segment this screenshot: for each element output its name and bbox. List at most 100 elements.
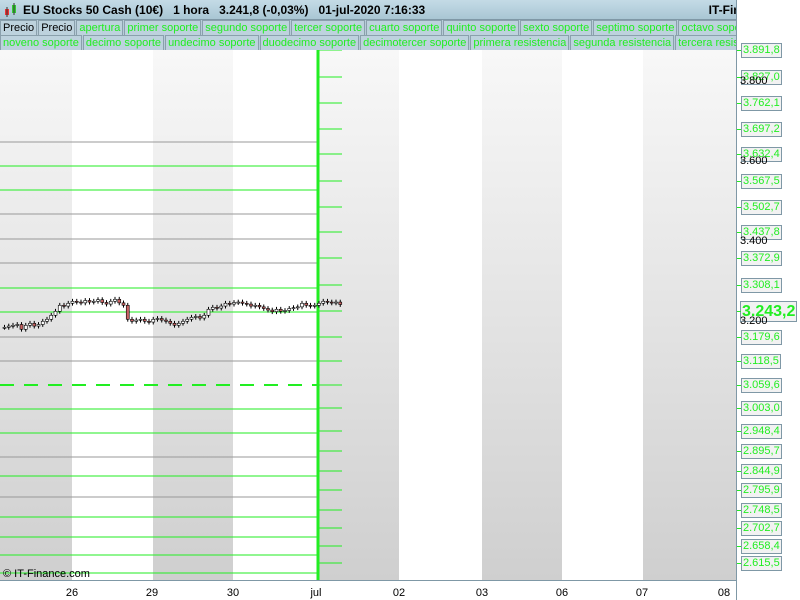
price-level-label: 3.179,6 <box>741 330 782 345</box>
legend-item[interactable]: cuarto soporte <box>366 20 443 36</box>
legend-item[interactable]: quinto soporte <box>443 20 520 36</box>
price-level-label: 3.003,0 <box>741 401 782 416</box>
price-level-label: 3.891,8 <box>741 43 782 58</box>
legend-item[interactable]: segunda resistencia <box>570 35 675 51</box>
legend-item[interactable]: Precio <box>0 20 38 36</box>
candle <box>329 301 334 304</box>
candle <box>257 304 262 308</box>
legend-item[interactable]: tercer soporte <box>291 20 366 36</box>
candle <box>206 308 211 316</box>
axis-tick <box>737 207 741 208</box>
candle <box>261 306 266 309</box>
date-label: 06 <box>555 587 569 599</box>
date-label: 08 <box>717 587 731 599</box>
candle <box>2 326 7 329</box>
candle <box>287 308 292 311</box>
date-label: 07 <box>635 587 649 599</box>
candle <box>266 308 270 311</box>
axis-tick <box>737 490 741 491</box>
legend-item[interactable]: duodecimo soporte <box>259 35 360 51</box>
candle <box>130 318 134 322</box>
candle <box>62 304 66 307</box>
candle <box>317 302 321 306</box>
candle <box>45 318 49 322</box>
candle <box>57 304 62 312</box>
price-level-label: 3.059,6 <box>741 378 782 393</box>
price-level-label: 2.748,5 <box>741 503 782 518</box>
legend-item[interactable]: Precio <box>38 20 76 36</box>
candle <box>185 318 190 322</box>
candle <box>23 324 28 330</box>
price-axis[interactable]: 3.891,8 3.827,0 3.762,1 3.697,2 3.632,4 3.567… <box>736 0 800 600</box>
legend-item[interactable]: tercera resistencia <box>675 35 738 51</box>
candle <box>181 320 185 324</box>
legend-item[interactable]: primer soporte <box>124 20 202 36</box>
axis-tick <box>737 181 741 182</box>
candle <box>338 301 343 305</box>
candle <box>108 300 113 305</box>
legend-item[interactable]: decimo soporte <box>82 35 165 51</box>
candle <box>32 322 37 327</box>
date-label: 29 <box>145 587 159 599</box>
date-label: 30 <box>226 587 240 599</box>
axis-tick <box>737 546 741 547</box>
candle <box>155 318 160 320</box>
axis-tick <box>737 311 741 312</box>
price-level-label: 2.895,7 <box>741 444 782 459</box>
date-label: 02 <box>392 587 406 599</box>
candle <box>134 319 139 322</box>
candle <box>87 300 92 303</box>
candle <box>312 304 317 307</box>
candle <box>304 302 309 306</box>
grid-price-label: 3.600 <box>740 155 768 167</box>
title-bar: EU Stocks 50 Cash (10€) 1 hora 3.241,8 (… <box>0 0 800 20</box>
candle <box>164 319 168 322</box>
candle <box>215 306 219 309</box>
candle <box>49 314 54 320</box>
axis-tick <box>737 129 741 130</box>
candle <box>40 320 45 325</box>
legend-item[interactable]: undecimo soporte <box>165 35 259 51</box>
candle <box>113 298 117 302</box>
price-level-label: 3.118,5 <box>741 354 781 369</box>
candle <box>210 306 215 310</box>
day-band <box>399 50 482 580</box>
candle <box>270 309 275 312</box>
candle <box>121 302 126 306</box>
price-level-label: 3.502,7 <box>741 200 782 215</box>
candle <box>125 304 130 320</box>
day-band <box>0 50 72 580</box>
legend-item[interactable]: apertura <box>76 20 124 36</box>
day-band <box>233 50 318 580</box>
legend-item[interactable]: noveno soporte <box>0 35 82 51</box>
grid-price-label: 3.400 <box>740 235 768 247</box>
day-band <box>72 50 153 580</box>
candle <box>193 316 198 318</box>
legend-item[interactable]: primera resistencia <box>470 35 570 51</box>
candle <box>15 324 20 326</box>
candle <box>219 305 224 309</box>
candle <box>172 322 177 326</box>
legend-item[interactable]: decimotercer soporte <box>360 35 470 51</box>
candle <box>278 308 283 312</box>
axis-tick <box>737 50 741 51</box>
candle <box>176 322 181 326</box>
axis-tick <box>737 361 741 362</box>
candle <box>253 304 258 307</box>
candle <box>104 302 109 305</box>
legend-item[interactable]: segundo soporte <box>202 20 291 36</box>
candle <box>28 322 32 326</box>
copyright: © IT-Finance.com <box>3 568 90 580</box>
candle <box>168 320 173 324</box>
candle <box>232 302 236 305</box>
legend-item[interactable]: septimo soporte <box>593 20 678 36</box>
legend-item[interactable]: sexto soporte <box>520 20 593 36</box>
candle <box>300 302 304 308</box>
axis-tick <box>737 232 741 233</box>
candle <box>142 318 147 322</box>
candle <box>198 316 202 319</box>
candle <box>147 320 151 323</box>
price-chart[interactable] <box>0 50 736 580</box>
date-label: jul <box>310 587 322 599</box>
candle <box>291 307 296 309</box>
